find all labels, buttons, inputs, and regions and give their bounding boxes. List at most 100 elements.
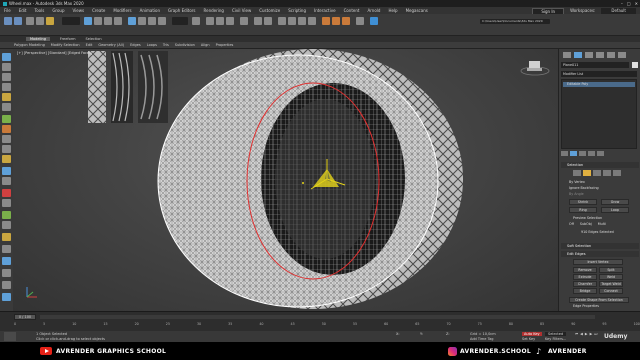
menu-content[interactable]: Content: [344, 8, 360, 13]
border-mode-icon[interactable]: [593, 170, 601, 176]
align-icon[interactable]: [264, 17, 272, 25]
auto-key-button[interactable]: Auto Key: [522, 332, 542, 336]
time-slider[interactable]: 0 / 100: [14, 314, 36, 320]
named-selection-icon[interactable]: [240, 17, 248, 25]
soft-selection-rollout-header[interactable]: Soft Selection: [561, 243, 639, 249]
schematic-view-icon[interactable]: [298, 17, 306, 25]
hide-icon[interactable]: [2, 233, 11, 241]
shapes-icon[interactable]: [2, 125, 11, 133]
tab-selection[interactable]: Selection: [86, 37, 102, 41]
configure-sets-icon[interactable]: [597, 151, 604, 156]
loop-button[interactable]: Loop: [601, 207, 629, 213]
project-path-field[interactable]: C:\Users\User\Documents\3ds Max 2020: [480, 19, 550, 24]
find-icon[interactable]: [2, 269, 11, 277]
key-filters-button[interactable]: Key Filters...: [545, 337, 566, 341]
unlink-icon[interactable]: [36, 17, 44, 25]
rendered-frame-icon[interactable]: [332, 17, 340, 25]
motion-tab-icon[interactable]: [596, 52, 604, 58]
modify-icon[interactable]: [2, 63, 11, 71]
bind-space-warp-icon[interactable]: [46, 17, 54, 25]
utilities-icon[interactable]: [2, 103, 11, 111]
ribbon-geometry[interactable]: Geometry (All): [98, 43, 124, 47]
menu-create[interactable]: Create: [92, 8, 105, 13]
perspective-viewport[interactable]: [13, 49, 558, 311]
menu-scripting[interactable]: Scripting: [288, 8, 306, 13]
ribbon-modify-selection[interactable]: Modify Selection: [51, 43, 80, 47]
select-object-icon[interactable]: [84, 17, 92, 25]
connect-button[interactable]: Connect: [599, 288, 623, 294]
menu-graph-editors[interactable]: Graph Editors: [168, 8, 195, 13]
select-by-name-icon[interactable]: [94, 17, 102, 25]
scene-explorer-icon[interactable]: [2, 199, 11, 207]
menu-interactive[interactable]: Interactive: [314, 8, 336, 13]
percent-snap-icon[interactable]: [226, 17, 234, 25]
sort-icon[interactable]: [2, 245, 11, 253]
isolate-icon[interactable]: [2, 189, 11, 197]
display-tab-icon[interactable]: [607, 52, 615, 58]
timeline[interactable]: 0 / 100 0 5 10 15 20 25 30 35 40 45 50 5…: [0, 311, 640, 331]
menu-edit[interactable]: Edit: [19, 8, 27, 13]
menu-rendering[interactable]: Rendering: [204, 8, 224, 13]
menu-animation[interactable]: Animation: [140, 8, 160, 13]
ribbon-edges[interactable]: Edges: [130, 43, 141, 47]
split-button[interactable]: Split: [599, 267, 623, 273]
undo-icon[interactable]: [4, 17, 12, 25]
modify-tab-icon[interactable]: [574, 52, 582, 58]
rect-selection-icon[interactable]: [104, 17, 112, 25]
play-icon[interactable]: ▶: [585, 332, 588, 336]
go-to-start-icon[interactable]: ⏮: [575, 332, 578, 336]
viewport-label[interactable]: [+] [Perspective] [Standard] [Edged Face…: [17, 51, 92, 55]
arnold-render-icon[interactable]: [356, 17, 364, 25]
reference-coord-dropdown[interactable]: [172, 17, 188, 25]
viewcube-icon[interactable]: [520, 61, 550, 76]
ring-button[interactable]: Ring: [569, 207, 597, 213]
polygon-mode-icon[interactable]: [603, 170, 611, 176]
create-icon[interactable]: [2, 53, 11, 61]
snap-toggle-icon[interactable]: [206, 17, 214, 25]
next-frame-icon[interactable]: ▶: [590, 332, 593, 336]
menu-views[interactable]: Views: [73, 8, 85, 13]
bridge-button[interactable]: Bridge: [573, 288, 597, 294]
go-to-end-icon[interactable]: ⏭: [594, 332, 597, 336]
menu-file[interactable]: File: [4, 8, 11, 13]
menu-civil-view[interactable]: Civil View: [232, 8, 251, 13]
close-button[interactable]: ✕: [635, 1, 638, 6]
create-tab-icon[interactable]: [563, 52, 571, 58]
render-setup-icon[interactable]: [322, 17, 330, 25]
cameras-icon[interactable]: [2, 145, 11, 153]
material-editor-icon[interactable]: [308, 17, 316, 25]
helpers-icon[interactable]: [2, 155, 11, 163]
maximize-button[interactable]: □: [627, 1, 631, 6]
preview-off-radio[interactable]: Off: [569, 222, 574, 226]
show-end-result-icon[interactable]: [570, 151, 577, 156]
ribbon-properties[interactable]: Properties: [216, 43, 234, 47]
hierarchy-icon[interactable]: [2, 73, 11, 81]
angle-snap-icon[interactable]: [216, 17, 224, 25]
add-time-tag[interactable]: Add Time Tag: [470, 337, 494, 341]
move-icon[interactable]: [128, 17, 136, 25]
object-color-swatch[interactable]: [632, 62, 638, 68]
maxscript-listener-icon[interactable]: [4, 332, 16, 341]
tab-freeform[interactable]: Freeform: [60, 37, 76, 41]
create-shape-button[interactable]: Create Shape From Selection: [569, 297, 629, 303]
minimize-button[interactable]: –: [621, 1, 623, 6]
hierarchy-tab-icon[interactable]: [585, 52, 593, 58]
element-mode-icon[interactable]: [613, 170, 621, 176]
insert-vertex-button[interactable]: Insert Vertex: [573, 259, 623, 265]
freeze-icon[interactable]: [2, 221, 11, 229]
expand-icon[interactable]: [2, 293, 11, 301]
key-mode-dropdown[interactable]: Selected: [545, 332, 567, 336]
extrude-button[interactable]: Extrude: [573, 274, 597, 280]
menu-arnold[interactable]: Arnold: [367, 8, 380, 13]
redo-icon[interactable]: [14, 17, 22, 25]
lights-icon[interactable]: [2, 135, 11, 143]
ribbon-align[interactable]: Align: [201, 43, 210, 47]
remove-modifier-icon[interactable]: [588, 151, 595, 156]
utilities-tab-icon[interactable]: [618, 52, 626, 58]
by-angle-checkbox[interactable]: By Angle: [569, 192, 584, 196]
menu-tools[interactable]: Tools: [34, 8, 44, 13]
layer-explorer-icon[interactable]: [278, 17, 286, 25]
edge-mode-icon[interactable]: [583, 170, 591, 176]
ribbon-loops[interactable]: Loops: [147, 43, 157, 47]
motion-icon[interactable]: [2, 83, 11, 91]
